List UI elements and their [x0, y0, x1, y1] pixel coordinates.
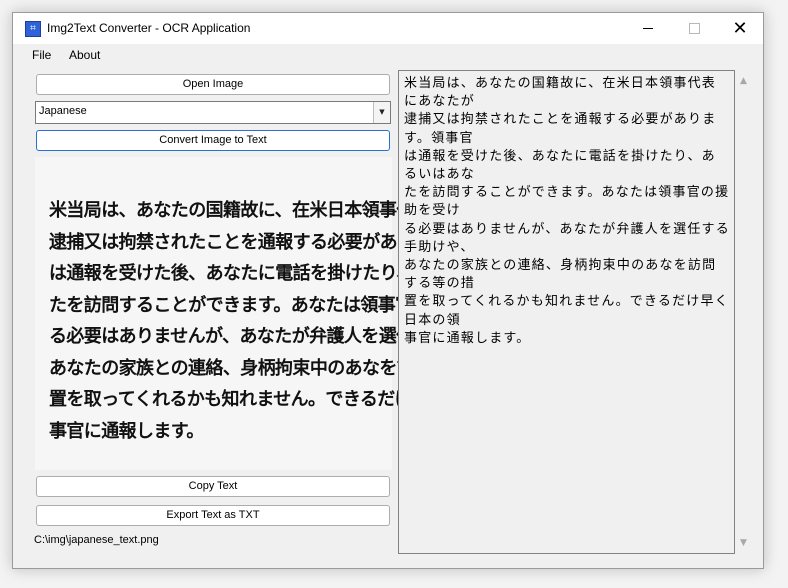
open-image-button[interactable]: Open Image: [36, 74, 390, 95]
copy-text-button[interactable]: Copy Text: [36, 476, 390, 497]
window-title: Img2Text Converter - OCR Application: [47, 21, 251, 35]
language-select[interactable]: Japanese ▼: [35, 101, 391, 124]
preview-image-text: 米当局は、あなたの国籍故に、在米日本領事代表にあなたが 逮捕又は拘禁されたことを…: [49, 200, 535, 442]
scroll-down-icon[interactable]: ▼: [735, 536, 752, 550]
menu-file[interactable]: File: [32, 48, 51, 62]
close-icon: ✕: [732, 18, 748, 39]
maximize-icon: [689, 23, 700, 34]
output-scrollbar[interactable]: ▲ ▼: [735, 70, 752, 554]
file-path-label: C:\img\japanese_text.png: [34, 534, 159, 546]
scroll-up-icon[interactable]: ▲: [735, 74, 752, 88]
minimize-button[interactable]: [625, 13, 671, 44]
image-preview: 米当局は、あなたの国籍故に、在米日本領事代表にあなたが 逮捕又は拘禁されたことを…: [35, 157, 535, 470]
export-text-button[interactable]: Export Text as TXT: [36, 505, 390, 526]
ocr-output-textbox[interactable]: 米当局は、あなたの国籍故に、在米日本領事代表にあなたが 逮捕又は拘禁されたことを…: [398, 70, 735, 554]
convert-image-button[interactable]: Convert Image to Text: [36, 130, 390, 151]
language-select-value: Japanese: [39, 105, 87, 117]
chevron-down-icon[interactable]: ▼: [373, 102, 390, 123]
menu-about[interactable]: About: [69, 48, 100, 62]
app-icon: ⌗: [25, 21, 41, 37]
minimize-icon: [643, 28, 653, 29]
app-window: ⌗ Img2Text Converter - OCR Application ✕…: [12, 12, 764, 569]
menu-bar: File About: [13, 44, 763, 66]
title-bar[interactable]: ⌗ Img2Text Converter - OCR Application ✕: [13, 13, 763, 44]
ocr-output-text: 米当局は、あなたの国籍故に、在米日本領事代表にあなたが 逮捕又は拘禁されたことを…: [404, 76, 730, 346]
close-button[interactable]: ✕: [717, 13, 763, 44]
maximize-button[interactable]: [671, 13, 717, 44]
